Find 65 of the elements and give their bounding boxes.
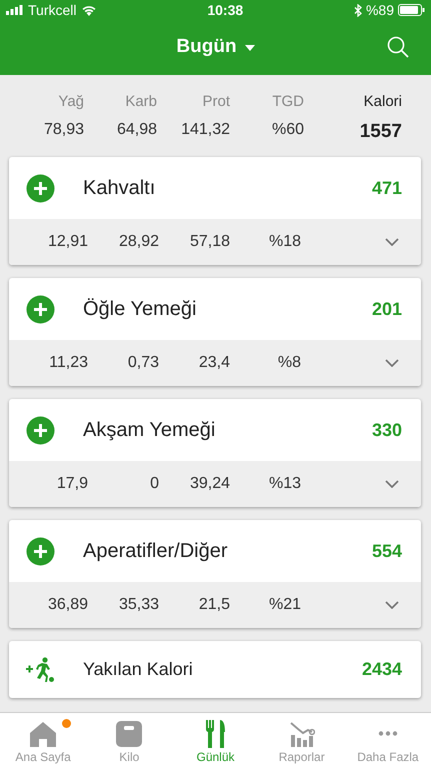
carrier-name: Turkcell [28,0,76,20]
macro-value: 57,18 [188,232,230,252]
macro-value: %13 [268,474,301,494]
scale-icon [116,720,142,746]
macro-value: 39,24 [188,474,230,494]
column-value: %60 [270,120,304,140]
macro-value: 12,91 [46,232,88,252]
macro-value: 0 [149,474,159,494]
add-icon[interactable] [26,536,55,566]
add-icon[interactable] [26,416,55,444]
column-label: Prot [201,92,230,112]
meal-calories: 554 [372,540,402,562]
runner-icon[interactable] [26,656,55,682]
meal-name: Aperatifler/Diğer [83,539,229,564]
meal-calories: 330 [372,418,402,442]
bluetooth-icon [354,4,362,16]
chevron-icon[interactable] [385,238,399,246]
macro-value: 0,73 [126,353,159,373]
battery-percent: %89 [366,0,394,20]
burned-label: Yakılan Kalori [83,658,194,681]
add-icon[interactable] [26,294,55,324]
macro-value: 28,92 [118,232,159,252]
home-icon [29,720,58,746]
macro-value: 11,23 [48,353,88,373]
column-value: 141,32 [180,120,230,140]
add-icon[interactable] [26,174,55,202]
column-value: 78,93 [42,120,84,140]
search-icon[interactable] [387,36,409,58]
clock: 10:38 [207,0,244,20]
macro-value: 23,4 [198,353,230,373]
tab-item[interactable]: Günlük [172,713,259,768]
column-label: Kalori [362,92,402,112]
macro-value: %18 [268,232,301,252]
column-label: TGD [271,92,304,112]
tab-item[interactable]: Raporlar [258,713,345,768]
macro-value: %8 [276,353,301,373]
battery-icon [398,4,425,16]
tab-item[interactable]: Ana Sayfa [0,713,86,768]
meal-name: Öğle Yemeği [83,297,198,322]
meal-name: Akşam Yemeği [83,418,216,443]
macro-value: 35,33 [118,595,159,615]
chevron-icon[interactable] [385,480,399,488]
chevron-icon[interactable] [385,359,399,367]
macro-value: 21,5 [198,595,230,615]
tab-item[interactable]: Kilo [86,713,172,768]
date-dropdown[interactable]: Bugün [176,33,255,62]
chevron-icon[interactable] [385,601,399,609]
caret-icon [244,44,255,50]
signal-icon [6,5,24,15]
tab-item[interactable]: Daha Fazla [344,713,431,768]
more-icon [378,731,398,736]
macro-value: 36,89 [46,595,88,615]
column-value: 64,98 [116,120,157,140]
meal-calories: 201 [372,298,402,320]
macro-value: %21 [268,595,301,615]
burned-calories: 2434 [362,658,402,681]
wifi-icon [80,4,96,16]
macro-value: 17,9 [56,474,88,494]
meal-name: Kahvaltı [83,176,156,201]
fork-knife-icon [206,720,226,748]
column-label: Yağ [57,92,84,112]
meal-calories: 471 [372,176,402,200]
column-value: 1557 [358,120,402,144]
column-label: Karb [124,92,157,112]
chart-icon [288,720,315,746]
